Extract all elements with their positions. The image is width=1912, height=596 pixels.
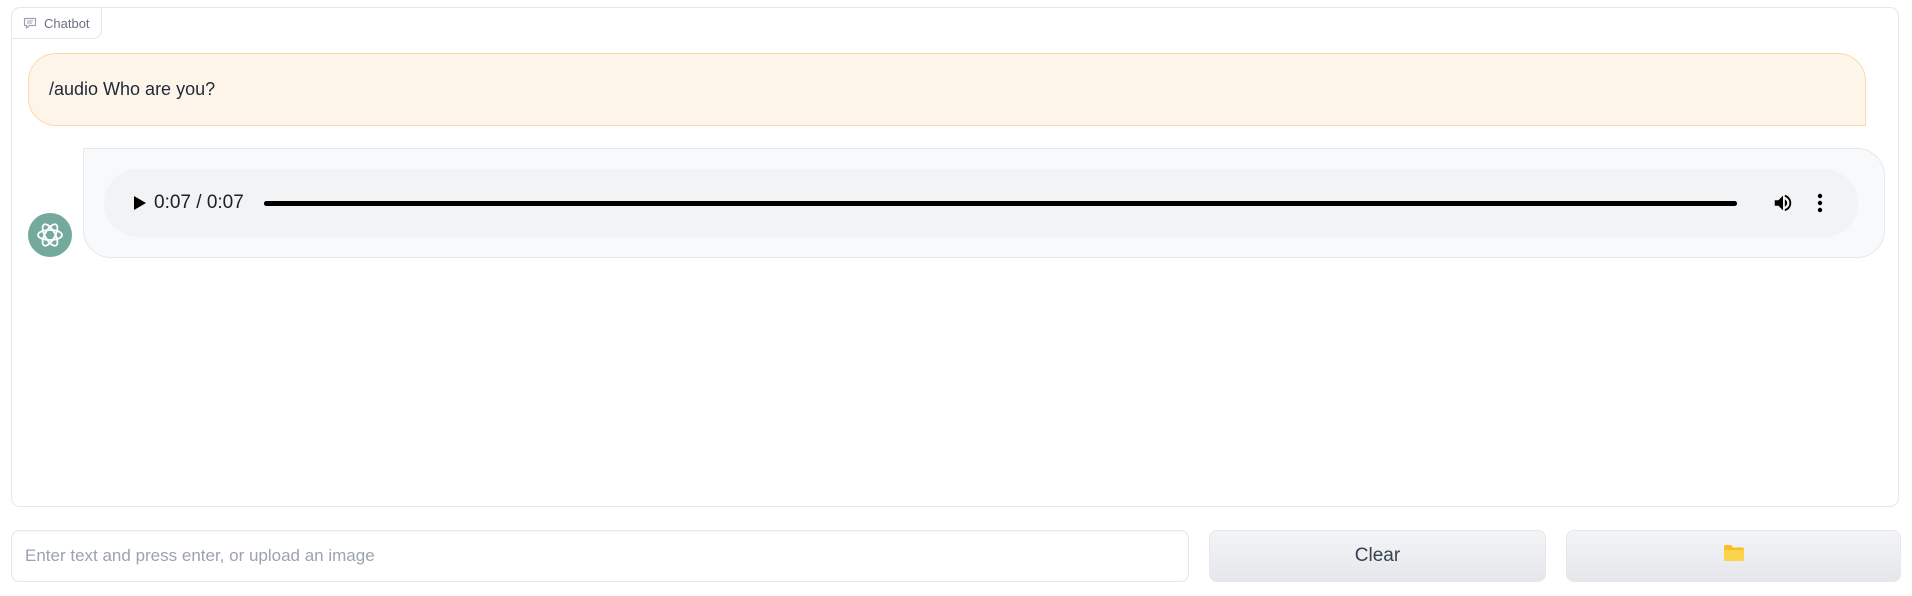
clear-button[interactable]: Clear <box>1209 530 1546 582</box>
play-icon[interactable] <box>129 193 149 213</box>
user-message: /audio Who are you? <box>28 53 1866 126</box>
chatbot-label: Chatbot <box>12 8 102 39</box>
chat-icon <box>23 17 37 29</box>
upload-button[interactable] <box>1566 530 1901 582</box>
chatbot-panel: Chatbot /audio Who are you? 0:07 / 0:07 <box>11 7 1899 507</box>
message-input[interactable] <box>11 530 1189 582</box>
clear-button-label: Clear <box>1354 545 1401 566</box>
audio-time: 0:07 / 0:07 <box>154 192 244 213</box>
chatbot-label-text: Chatbot <box>44 15 90 31</box>
bot-avatar <box>28 213 72 257</box>
openai-logo-icon <box>37 223 63 247</box>
audio-seek-bar[interactable] <box>264 201 1737 206</box>
volume-icon[interactable] <box>1772 192 1794 214</box>
bot-message: 0:07 / 0:07 <box>83 148 1885 258</box>
more-options-icon[interactable] <box>1816 192 1824 214</box>
audio-progress-fill <box>264 201 1737 206</box>
user-message-text: /audio Who are you? <box>49 79 216 99</box>
folder-icon <box>1723 544 1745 568</box>
audio-player[interactable]: 0:07 / 0:07 <box>104 169 1858 237</box>
